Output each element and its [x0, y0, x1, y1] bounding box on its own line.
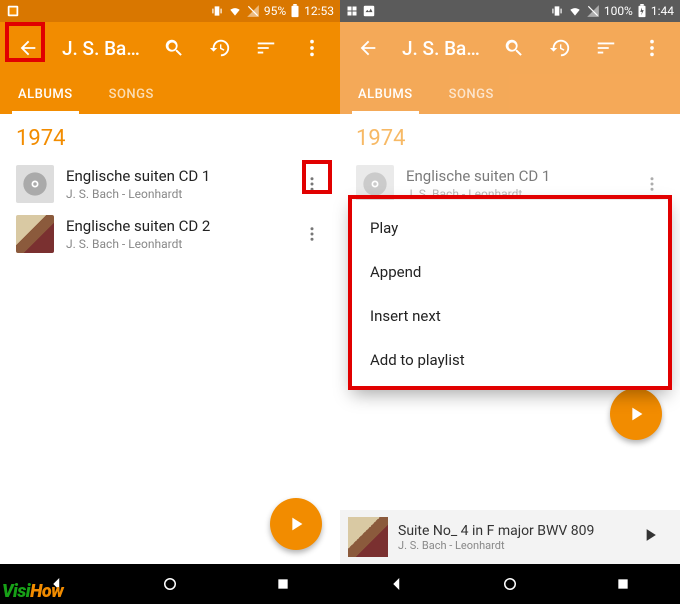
watermark: VisiHow	[2, 581, 63, 602]
tab-songs[interactable]: SONGS	[431, 74, 512, 114]
page-title: J. S. Bach -...	[394, 37, 488, 60]
play-fab[interactable]	[610, 388, 662, 440]
notification-icon	[6, 4, 20, 18]
overflow-button[interactable]	[292, 28, 332, 68]
album-row[interactable]: Englische suiten CD 2 J. S. Bach - Leonh…	[0, 209, 340, 259]
nav-recent[interactable]	[593, 564, 653, 604]
album-subtitle: J. S. Bach - Leonhardt	[66, 237, 282, 251]
year-header: 1974	[340, 114, 680, 159]
vibrate-icon	[210, 4, 224, 18]
status-bar: 95% 12:53	[0, 0, 340, 22]
history-button[interactable]	[540, 28, 580, 68]
tab-albums[interactable]: ALBUMS	[0, 74, 91, 114]
sort-button[interactable]	[246, 28, 286, 68]
signal-icon	[586, 4, 600, 18]
now-playing-title: Suite No_ 4 in F major BWV 809	[398, 523, 630, 539]
row-menu-button[interactable]	[294, 216, 330, 252]
tabs: ALBUMS SONGS	[340, 74, 680, 114]
history-button[interactable]	[200, 28, 240, 68]
phone-right: 100% 1:44 J. S. Bach -... ALBUMS SONGS 1…	[340, 0, 680, 604]
now-playing-play-button[interactable]	[640, 525, 672, 549]
row-menu-button[interactable]	[634, 166, 670, 202]
album-title: Englische suiten CD 2	[66, 217, 282, 235]
album-art-icon	[16, 215, 54, 253]
now-playing-subtitle: J. S. Bach - Leonhardt	[398, 539, 630, 552]
album-title: Englische suiten CD 1	[66, 167, 282, 185]
album-subtitle: J. S. Bach - Leonhardt	[66, 187, 282, 201]
back-button[interactable]	[348, 28, 388, 68]
battery-pct: 95%	[264, 4, 286, 18]
clock: 12:53	[304, 4, 334, 18]
back-button[interactable]	[8, 28, 48, 68]
nav-bar	[340, 564, 680, 604]
menu-insert-next[interactable]: Insert next	[352, 294, 668, 338]
wifi-icon	[228, 4, 242, 18]
battery-charging-icon	[637, 4, 647, 18]
signal-icon	[246, 4, 260, 18]
notification-icon	[362, 4, 376, 18]
battery-icon	[290, 4, 300, 18]
year-header: 1974	[0, 114, 340, 159]
album-subtitle: J. S. Bach - Leonhardt	[406, 187, 622, 201]
album-art-icon	[356, 165, 394, 203]
vibrate-icon	[550, 4, 564, 18]
battery-pct: 100%	[604, 4, 633, 18]
album-text: Englische suiten CD 1 J. S. Bach - Leonh…	[66, 167, 282, 201]
album-art-icon	[16, 165, 54, 203]
sort-button[interactable]	[586, 28, 626, 68]
app-bar: J. S. Bach -...	[0, 22, 340, 74]
nav-recent[interactable]	[253, 564, 313, 604]
status-bar: 100% 1:44	[340, 0, 680, 22]
nav-home[interactable]	[480, 564, 540, 604]
clock: 1:44	[651, 4, 674, 18]
row-menu-button[interactable]	[294, 166, 330, 202]
search-button[interactable]	[494, 28, 534, 68]
album-text: Englische suiten CD 2 J. S. Bach - Leonh…	[66, 217, 282, 251]
now-playing-text: Suite No_ 4 in F major BWV 809 J. S. Bac…	[398, 523, 630, 552]
app-bar: J. S. Bach -...	[340, 22, 680, 74]
play-fab[interactable]	[270, 498, 322, 550]
nav-home[interactable]	[140, 564, 200, 604]
search-button[interactable]	[154, 28, 194, 68]
nav-back[interactable]	[367, 564, 427, 604]
phone-left: 95% 12:53 J. S. Bach -... ALBUMS SONGS 1…	[0, 0, 340, 604]
content: 1974 Englische suiten CD 1 J. S. Bach - …	[0, 114, 340, 564]
overflow-button[interactable]	[632, 28, 672, 68]
notification-icon	[346, 5, 358, 17]
now-playing-art	[348, 517, 388, 557]
menu-append[interactable]: Append	[352, 250, 668, 294]
tabs: ALBUMS SONGS	[0, 74, 340, 114]
album-text: Englische suiten CD 1 J. S. Bach - Leonh…	[406, 167, 622, 201]
menu-play[interactable]: Play	[352, 206, 668, 250]
now-playing-bar[interactable]: Suite No_ 4 in F major BWV 809 J. S. Bac…	[340, 510, 680, 564]
menu-add-to-playlist[interactable]: Add to playlist	[352, 338, 668, 382]
album-row[interactable]: Englische suiten CD 1 J. S. Bach - Leonh…	[0, 159, 340, 209]
tab-songs[interactable]: SONGS	[91, 74, 172, 114]
tab-albums[interactable]: ALBUMS	[340, 74, 431, 114]
context-menu: Play Append Insert next Add to playlist	[352, 200, 668, 388]
album-title: Englische suiten CD 1	[406, 167, 622, 185]
wifi-icon	[568, 4, 582, 18]
page-title: J. S. Bach -...	[54, 37, 148, 60]
